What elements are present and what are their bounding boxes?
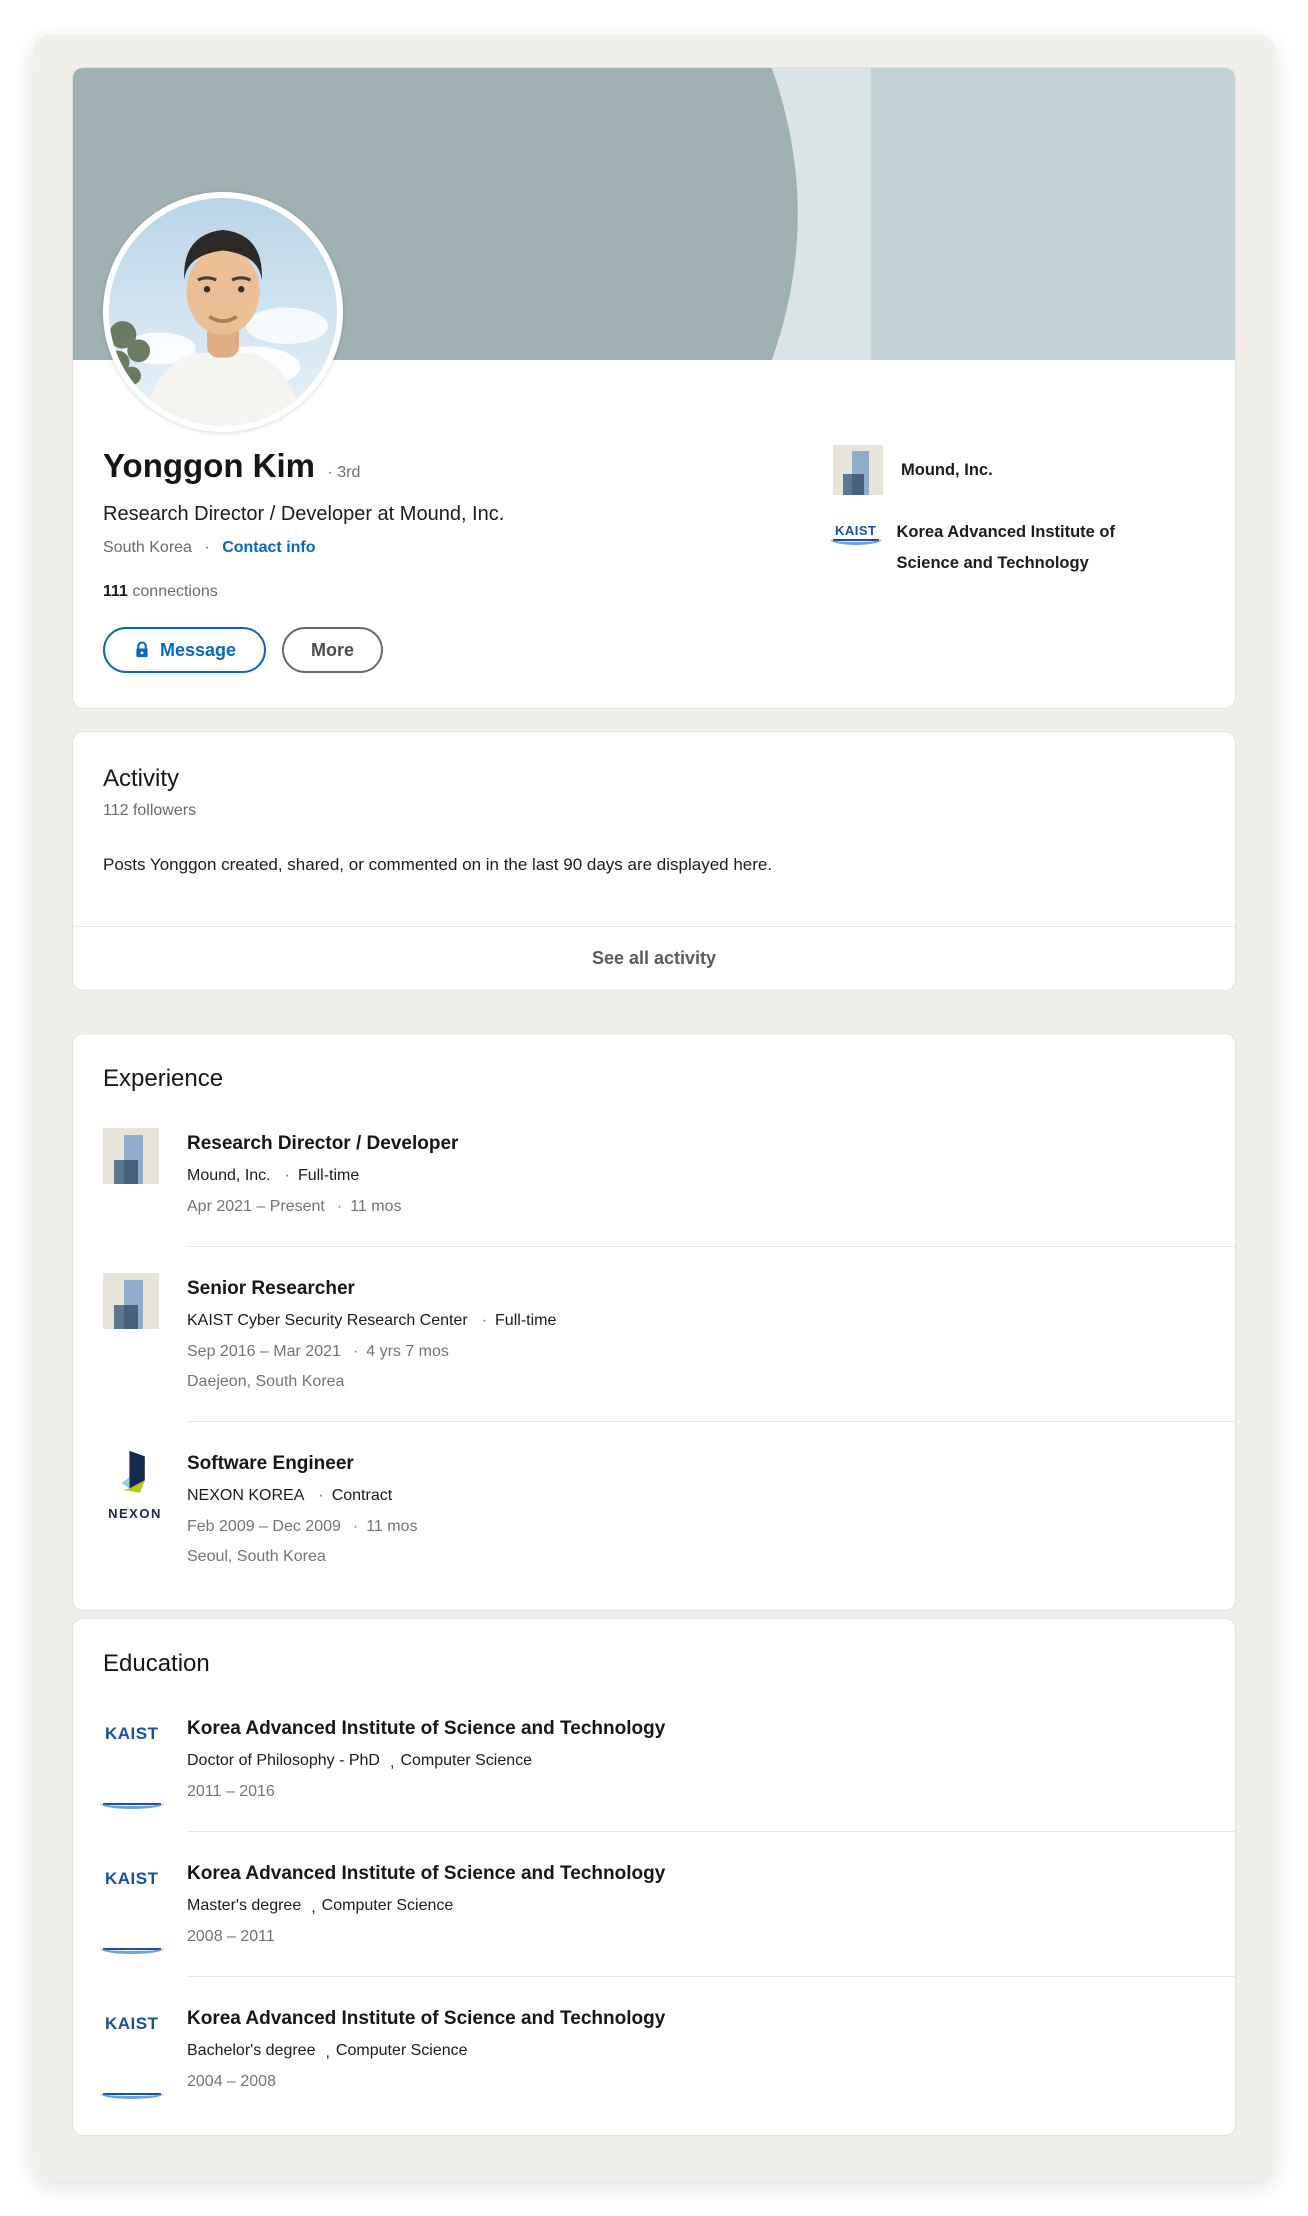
experience-item: Research Director / Developer Mound, Inc… — [73, 1102, 1235, 1246]
job-location: Daejeon, South Korea — [187, 1373, 345, 1390]
date-range-line: Sep 2016 – Mar 2021 · 4 yrs 7 mos — [187, 1343, 449, 1360]
location-text: South Korea — [103, 539, 192, 556]
experience-title: Experience — [103, 1065, 224, 1092]
education-item: KAIST Korea Advanced Institute of Scienc… — [73, 1977, 1235, 2121]
lock-icon — [136, 641, 148, 658]
activity-card: Activity 112 followers Posts Yonggon cre… — [73, 732, 1235, 990]
kaist-logo-icon[interactable]: KAIST — [100, 1725, 163, 1809]
date-range-line: Apr 2021 – Present · 11 mos — [187, 1198, 402, 1215]
kaist-logo-icon[interactable]: KAIST — [100, 1870, 163, 1954]
mound-logo-icon — [833, 445, 883, 495]
degree-line: Doctor of Philosophy - PhD, Computer Scie… — [187, 1752, 533, 1771]
kaist-logo-icon: KAIST — [830, 524, 881, 545]
activity-title: Activity — [103, 765, 180, 792]
education-years: 2011 – 2016 — [187, 1783, 275, 1800]
message-button[interactable]: Message — [103, 627, 267, 673]
profile-headline: Research Director / Developer at Mound, … — [103, 503, 505, 525]
degree-line: Bachelor's degree, Computer Science — [187, 2042, 468, 2061]
job-title: Senior Researcher — [187, 1278, 355, 1299]
education-card: Education KAIST Korea Advanced Institute… — [73, 1619, 1235, 2135]
school-name: Korea Advanced Institute of Science and … — [187, 2008, 666, 2029]
profile-card: Yonggon Kim · 3rd Research Director / De… — [73, 68, 1235, 708]
experience-item: NEXON Software Engineer NEXON KOREA · Cont… — [73, 1422, 1235, 1596]
more-button[interactable]: More — [282, 627, 384, 673]
nexon-logo-icon[interactable]: NEXON — [103, 1448, 167, 1570]
linkedin-page: Yonggon Kim · 3rd Research Director / De… — [33, 35, 1275, 2181]
connections-line: 111 connections — [103, 583, 218, 600]
profile-photo[interactable] — [103, 192, 343, 432]
date-range-line: Feb 2009 – Dec 2009 · 11 mos — [187, 1518, 418, 1535]
education-item: KAIST Korea Advanced Institute of Scienc… — [73, 1687, 1235, 1831]
experience-card: Experience Research Director / Developer… — [73, 1034, 1235, 1610]
location-line: South Korea · Contact info — [103, 539, 316, 556]
school-name: Korea Advanced Institute of Science and … — [187, 1718, 666, 1739]
highlight-orgs: Mound, Inc. KAIST Korea Advanced Institu… — [830, 445, 1205, 673]
job-location: Seoul, South Korea — [187, 1548, 326, 1565]
connection-degree-badge: · 3rd — [327, 464, 361, 481]
education-years: 2008 – 2011 — [187, 1928, 275, 1945]
profile-name: Yonggon Kim · 3rd — [103, 447, 361, 484]
education-item: KAIST Korea Advanced Institute of Scienc… — [73, 1832, 1235, 1976]
contact-info-link[interactable]: Contact info — [222, 539, 315, 556]
see-all-activity-button[interactable]: See all activity — [73, 926, 1235, 990]
org-name: Mound, Inc. — [901, 460, 993, 479]
activity-description: Posts Yonggon created, shared, or commen… — [103, 855, 773, 874]
org-row-mound[interactable]: Mound, Inc. — [833, 445, 1205, 495]
org-name: Korea Advanced Institute of Science and … — [896, 523, 1116, 572]
company-line: NEXON KOREA · Contract — [187, 1487, 393, 1504]
experience-item: Senior Researcher KAIST Cyber Security R… — [73, 1247, 1235, 1421]
education-years: 2004 – 2008 — [187, 2073, 276, 2090]
followers-count: 112 followers — [103, 802, 197, 819]
education-title: Education — [103, 1650, 210, 1677]
mound-logo-icon[interactable] — [103, 1273, 159, 1329]
degree-line: Master's degree, Computer Science — [187, 1897, 454, 1916]
company-line: KAIST Cyber Security Research Center · Ful… — [187, 1312, 557, 1329]
company-line: Mound, Inc. · Full-time — [187, 1167, 360, 1184]
job-title: Research Director / Developer — [187, 1133, 459, 1154]
mound-logo-icon[interactable] — [103, 1128, 159, 1184]
job-title: Software Engineer — [187, 1453, 354, 1474]
org-row-kaist[interactable]: KAIST Korea Advanced Institute of Scienc… — [830, 517, 1205, 579]
school-name: Korea Advanced Institute of Science and … — [187, 1863, 666, 1884]
kaist-logo-icon[interactable]: KAIST — [100, 2015, 163, 2099]
